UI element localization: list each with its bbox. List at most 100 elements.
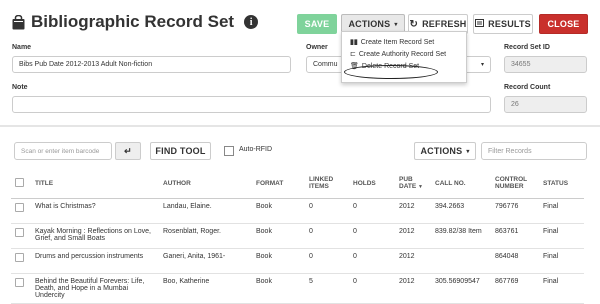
cell-linked: 0 xyxy=(305,223,349,249)
cell-author: Rosenblatt, Roger. xyxy=(159,223,252,249)
col-author[interactable]: AUTHOR xyxy=(159,168,252,199)
col-title[interactable]: TITLE xyxy=(31,168,159,199)
menu-item-label: Create Item Record Set xyxy=(360,38,435,46)
caret-down-icon: ▾ xyxy=(480,62,484,68)
cell-control: 863761 xyxy=(491,223,539,249)
submit-barcode-button[interactable]: ↵ xyxy=(115,142,141,160)
record-set-id-field: 34655 xyxy=(504,56,587,73)
cell-format: Book xyxy=(252,223,305,249)
table-actions-label: ACTIONS xyxy=(420,146,463,156)
auto-rfid-checkbox[interactable] xyxy=(224,146,234,156)
cell-format: Book xyxy=(252,198,305,224)
find-tool-button[interactable]: FIND TOOL xyxy=(150,142,211,160)
row-checkbox[interactable] xyxy=(15,253,24,262)
col-format[interactable]: FORMAT xyxy=(252,168,305,199)
menu-item-label: Create Authority Record Set xyxy=(358,50,447,58)
cell-linked: 5 xyxy=(305,273,349,304)
auto-rfid-label: Auto-RFID xyxy=(239,146,273,153)
records-table: TITLE AUTHOR FORMAT LINKED ITEMS HOLDS P… xyxy=(11,168,584,304)
cell-linked: 0 xyxy=(305,248,349,274)
cell-control: 796776 xyxy=(491,198,539,224)
table-row[interactable]: Behind the Beautiful Forevers: Life, Dea… xyxy=(11,273,584,304)
cell-status: Final xyxy=(539,273,584,304)
cell-format: Book xyxy=(252,273,305,304)
note-label: Note xyxy=(12,84,28,91)
cell-control: 867769 xyxy=(491,273,539,304)
cell-pub-date: 2012 xyxy=(395,273,431,304)
refresh-icon: ↻ xyxy=(409,18,419,30)
cell-linked: 0 xyxy=(305,198,349,224)
cell-author: Ganeri, Anita, 1961- xyxy=(159,248,252,274)
cell-control: 864048 xyxy=(491,248,539,274)
cell-title[interactable]: Drums and percussion instruments xyxy=(31,248,159,274)
table-row[interactable]: What is Christmas? Landau, Elaine. Book … xyxy=(11,198,584,224)
select-all-checkbox[interactable] xyxy=(15,177,24,187)
cell-author: Landau, Elaine. xyxy=(159,198,252,224)
row-checkbox[interactable] xyxy=(15,228,24,237)
cell-format: Book xyxy=(252,248,305,274)
info-icon[interactable]: i xyxy=(244,15,259,29)
cell-title[interactable]: Kayak Morning : Reflections on Love, Gri… xyxy=(31,223,159,249)
caret-down-icon: ▾ xyxy=(394,21,398,28)
row-checkbox[interactable] xyxy=(15,278,24,287)
col-holds[interactable]: HOLDS xyxy=(349,168,395,199)
cell-call-no xyxy=(431,248,491,274)
page-title-area: Bibliographic Record Set i xyxy=(12,12,259,32)
enter-icon: ↵ xyxy=(124,145,132,156)
cell-status: Final xyxy=(539,248,584,274)
results-button[interactable]: RESULTS xyxy=(473,14,533,34)
cell-pub-date: 2012 xyxy=(395,198,431,224)
barcode-input[interactable]: Scan or enter item barcode xyxy=(14,142,112,160)
sort-desc-icon: ▼ xyxy=(418,184,423,190)
find-tool-label: FIND TOOL xyxy=(155,146,206,156)
record-count-label: Record Count xyxy=(504,84,551,91)
cell-call-no: 305.56909547 xyxy=(431,273,491,304)
col-control-number[interactable]: CONTROL NUMBER xyxy=(491,168,539,199)
cell-call-no: 394.2663 xyxy=(431,198,491,224)
hierarchy-icon: ⊏ xyxy=(350,51,356,58)
col-pub-date[interactable]: PUB DATE ▼ xyxy=(395,168,431,199)
cell-status: Final xyxy=(539,198,584,224)
section-divider xyxy=(0,125,600,127)
results-icon xyxy=(475,19,485,29)
save-button[interactable]: SAVE xyxy=(297,14,337,34)
name-field[interactable]: Bibs Pub Date 2012-2013 Adult Non-fictio… xyxy=(12,56,291,73)
col-linked-items[interactable]: LINKED ITEMS xyxy=(305,168,349,199)
cell-holds: 0 xyxy=(349,198,395,224)
cell-holds: 0 xyxy=(349,273,395,304)
cell-title[interactable]: What is Christmas? xyxy=(31,198,159,224)
record-set-id-label: Record Set ID xyxy=(504,44,550,51)
table-header-row: TITLE AUTHOR FORMAT LINKED ITEMS HOLDS P… xyxy=(11,168,584,199)
page-title: Bibliographic Record Set xyxy=(31,12,235,31)
menu-item-create-item-record-set[interactable]: ▮▮ Create Item Record Set xyxy=(342,36,466,48)
cell-author: Boo, Katherine xyxy=(159,273,252,304)
cell-holds: 0 xyxy=(349,248,395,274)
cell-call-no: 839.82/38 Item xyxy=(431,223,491,249)
cell-holds: 0 xyxy=(349,223,395,249)
refresh-label: REFRESH xyxy=(422,19,467,29)
save-label: SAVE xyxy=(304,19,330,29)
results-label: RESULTS xyxy=(488,19,531,29)
record-count-field: 26 xyxy=(504,96,587,113)
cell-pub-date: 2012 xyxy=(395,248,431,274)
owner-value: Commu xyxy=(313,61,338,68)
col-call-no[interactable]: CALL NO. xyxy=(431,168,491,199)
pub-date-label: PUB DATE xyxy=(399,176,417,190)
note-field[interactable] xyxy=(12,96,491,113)
cell-title[interactable]: Behind the Beautiful Forevers: Life, Dea… xyxy=(31,273,159,304)
table-row[interactable]: Kayak Morning : Reflections on Love, Gri… xyxy=(11,223,584,249)
owner-label: Owner xyxy=(306,44,328,51)
actions-label: ACTIONS xyxy=(348,19,391,29)
select-all-header[interactable] xyxy=(11,168,31,199)
filter-records-input[interactable]: Filter Records xyxy=(481,142,587,160)
close-button[interactable]: CLOSE xyxy=(539,14,588,34)
col-status[interactable]: STATUS xyxy=(539,168,584,199)
table-row[interactable]: Drums and percussion instruments Ganeri,… xyxy=(11,248,584,274)
table-actions-button[interactable]: ACTIONS ▾ xyxy=(414,142,476,160)
cell-status: Final xyxy=(539,223,584,249)
books-icon: ▮▮ xyxy=(350,39,358,46)
row-checkbox[interactable] xyxy=(15,203,24,212)
highlight-circle xyxy=(344,65,438,79)
cell-pub-date: 2012 xyxy=(395,223,431,249)
menu-item-create-authority-record-set[interactable]: ⊏ Create Authority Record Set xyxy=(342,48,466,60)
